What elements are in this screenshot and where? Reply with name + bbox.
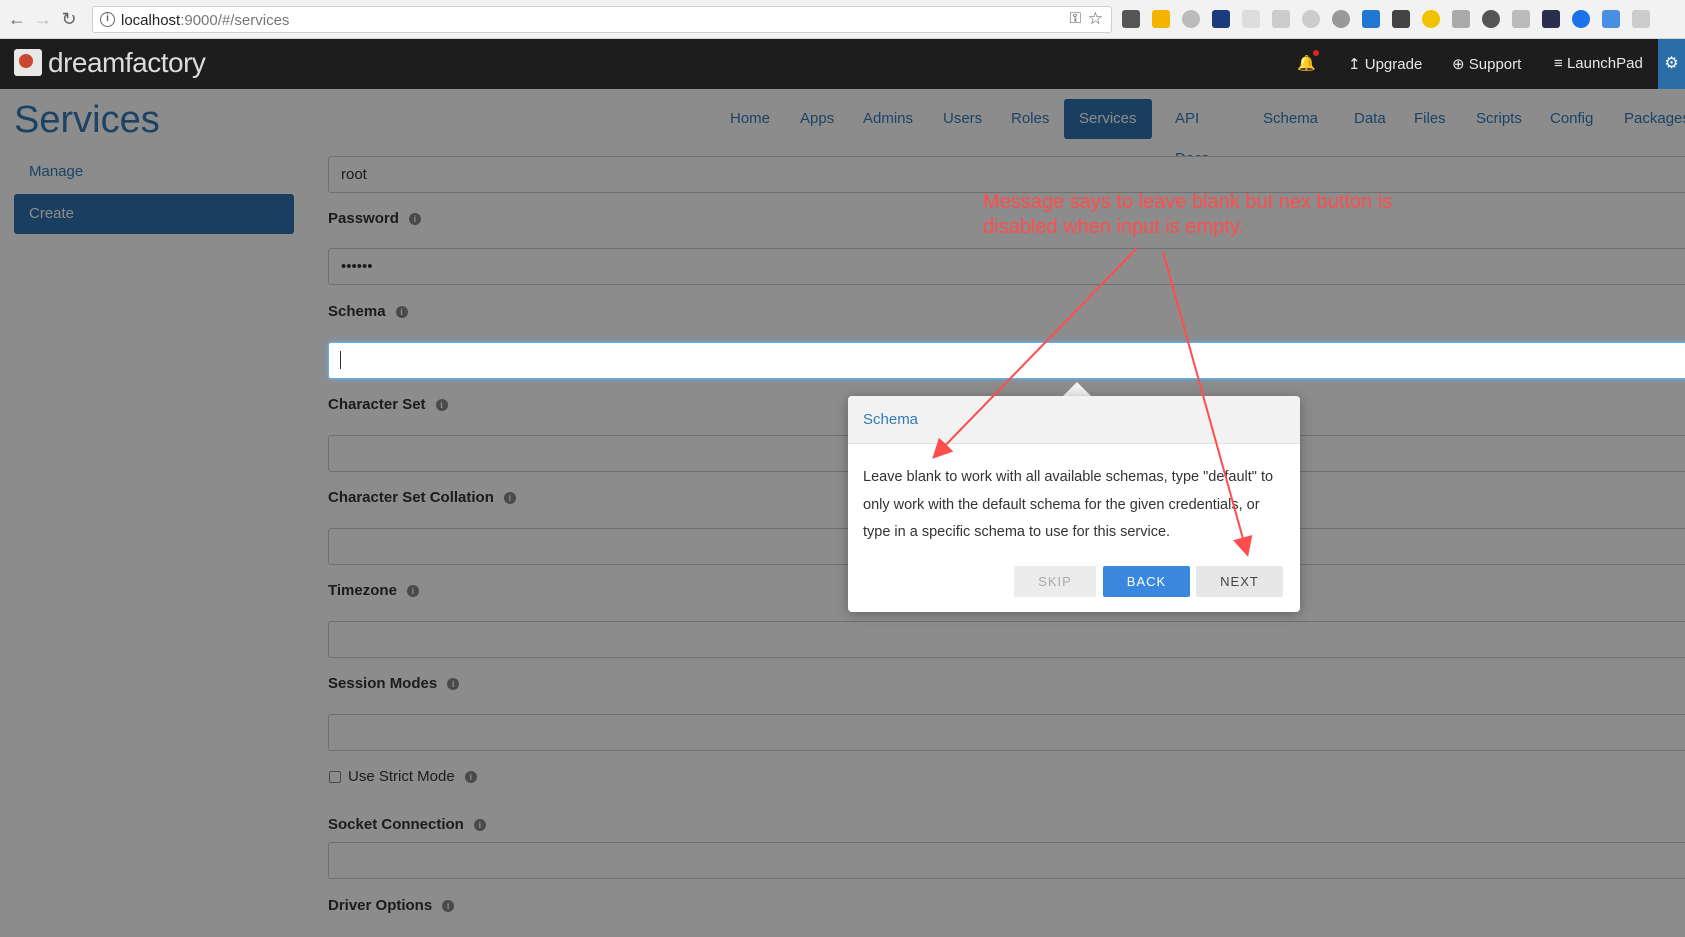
extension-icon[interactable] xyxy=(1332,10,1350,28)
upgrade-arrow-icon: ↥ xyxy=(1348,56,1361,73)
upgrade-link[interactable]: ↥ Upgrade xyxy=(1348,55,1422,73)
extension-icon[interactable] xyxy=(1452,10,1470,28)
text-caret xyxy=(340,351,341,369)
gear-icon[interactable]: ⚙ xyxy=(1658,39,1685,89)
extension-icon[interactable] xyxy=(1212,10,1230,28)
upgrade-label: Upgrade xyxy=(1364,56,1423,73)
reload-icon[interactable]: ↻ xyxy=(58,8,80,30)
schema-input[interactable] xyxy=(328,342,1685,379)
app-header xyxy=(0,39,1685,89)
extension-icon[interactable] xyxy=(1422,10,1440,28)
extension-icon[interactable] xyxy=(1572,10,1590,28)
extension-icons xyxy=(1122,10,1650,28)
drive-icon[interactable] xyxy=(1152,10,1170,28)
extension-icon[interactable] xyxy=(1242,10,1260,28)
extension-icon[interactable] xyxy=(1632,10,1650,28)
tour-overlay xyxy=(0,89,1685,937)
menu-icon: ≡ xyxy=(1554,55,1563,72)
trello-icon[interactable] xyxy=(1362,10,1380,28)
extension-icon[interactable] xyxy=(1512,10,1530,28)
schema-tour-popover: Schema Leave blank to work with all avai… xyxy=(848,396,1300,612)
browser-toolbar: ← → ↻ i localhost:9000/#/services ⚿ ☆ xyxy=(0,0,1685,39)
next-button[interactable]: NEXT xyxy=(1196,566,1283,597)
notification-dot xyxy=(1313,50,1319,56)
address-bar[interactable]: i localhost:9000/#/services ⚿ ☆ xyxy=(92,6,1112,33)
support-link[interactable]: ⊕ Support xyxy=(1452,55,1521,73)
bell-icon[interactable]: 🔔 xyxy=(1297,54,1316,72)
url-text: localhost:9000/#/services xyxy=(121,12,290,29)
popover-body: Leave blank to work with all available s… xyxy=(863,469,1274,540)
popover-title: Schema xyxy=(848,396,1300,444)
launchpad-label: LaunchPad xyxy=(1566,55,1643,72)
extension-icon[interactable] xyxy=(1602,10,1620,28)
logo-icon xyxy=(14,49,42,76)
pocket-icon[interactable] xyxy=(1392,10,1410,28)
popover-arrow xyxy=(1063,382,1091,396)
bookmark-star-icon[interactable]: ☆ xyxy=(1088,9,1103,29)
info-icon[interactable]: i xyxy=(100,12,115,27)
annotation-text: Message says to leave blank but nex butt… xyxy=(983,191,1393,238)
forward-arrow-icon[interactable]: → xyxy=(32,8,54,30)
extension-icon[interactable] xyxy=(1122,10,1140,28)
back-arrow-icon[interactable]: ← xyxy=(6,8,28,30)
skip-button[interactable]: SKIP xyxy=(1014,566,1096,597)
globe-icon: ⊕ xyxy=(1452,56,1465,73)
extension-icon[interactable] xyxy=(1542,10,1560,28)
key-icon[interactable]: ⚿ xyxy=(1070,10,1081,27)
extension-icon[interactable] xyxy=(1302,10,1320,28)
launchpad-link[interactable]: ≡ LaunchPad xyxy=(1554,55,1643,72)
extension-icon[interactable] xyxy=(1182,10,1200,28)
support-label: Support xyxy=(1468,56,1522,73)
screenshot-viewport: ← → ↻ i localhost:9000/#/services ⚿ ☆ dr… xyxy=(0,0,1685,937)
logo-text: dreamfactory xyxy=(48,47,206,78)
back-button[interactable]: BACK xyxy=(1103,566,1190,597)
extension-icon[interactable] xyxy=(1272,10,1290,28)
extension-icon[interactable] xyxy=(1482,10,1500,28)
